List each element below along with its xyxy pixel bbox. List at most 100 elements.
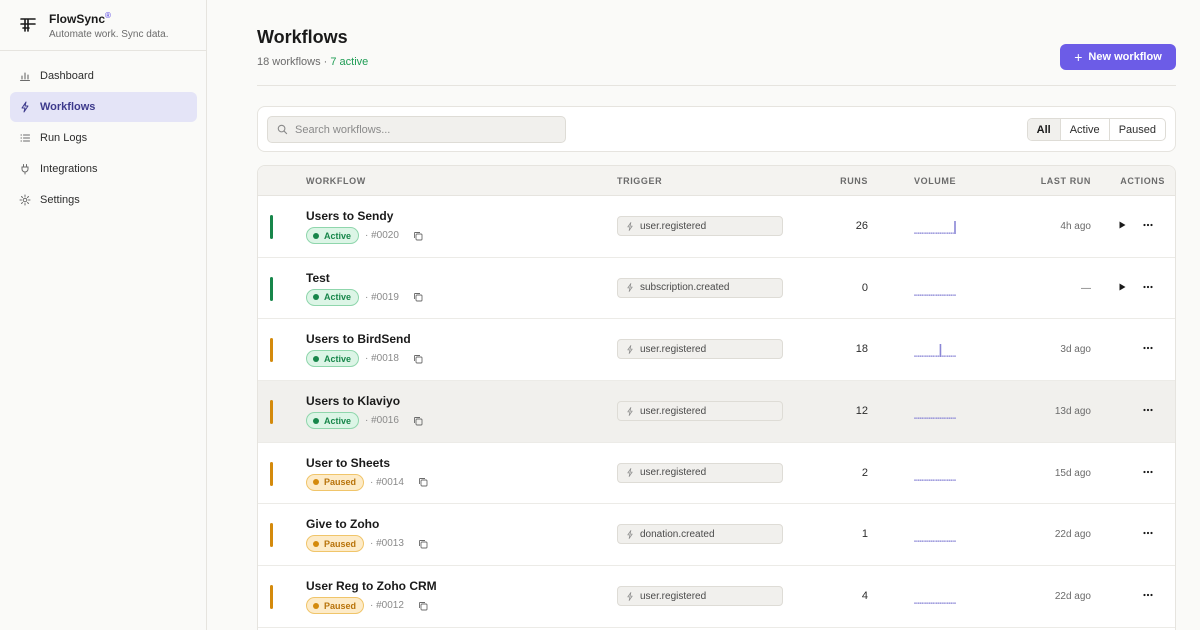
workflow-name[interactable]: User Reg to Zoho CRM [306,579,437,593]
copy-icon[interactable] [418,601,428,611]
table-row[interactable]: User to Sheets Paused · #0014 user.register… [258,443,1175,505]
search-box[interactable] [267,116,566,143]
last-run: 22d ago [1054,529,1091,541]
volume-dot [919,417,922,419]
volume-dot [952,479,954,481]
volume-dot [948,417,951,419]
volume-dot [950,294,953,296]
column-last-run[interactable]: LAST RUN [1041,176,1091,186]
volume-dot [945,294,947,296]
volume-dot [943,232,945,234]
volume-sparkline [914,602,956,604]
table-row[interactable]: Users to Sendy Active · #0020 user.register… [258,196,1175,258]
volume-dot [914,602,916,604]
filter-active[interactable]: Active [1061,119,1110,140]
trigger-event: user.registered [617,339,783,360]
more-actions-button[interactable] [1141,465,1155,479]
volume-dot [928,232,931,234]
sidebar-item-dashboard[interactable]: Dashboard [10,61,197,91]
status-indicator [270,338,273,363]
more-icon [1143,470,1153,473]
new-workflow-button[interactable]: + New workflow [1060,44,1176,70]
bolt-icon [627,344,633,354]
workflow-name[interactable]: Users to Klaviyo [306,394,400,408]
volume-dot [923,479,925,481]
copy-icon[interactable] [413,416,423,426]
workflow-name[interactable]: Give to Zoho [306,517,379,531]
sidebar-item-run-logs[interactable]: Run Logs [10,123,197,153]
volume-dot [941,417,943,419]
volume-dot [919,479,922,481]
table-row[interactable]: User Reg to Zoho CRM Paused · #0012 user.re… [258,566,1175,628]
sidebar-item-integrations[interactable]: Integrations [10,154,197,184]
volume-dot [925,232,927,234]
sidebar-item-workflows[interactable]: Workflows [10,92,197,122]
column-trigger[interactable]: TRIGGER [617,176,662,186]
play-icon [1119,221,1126,229]
last-run: 13d ago [1054,406,1091,418]
volume-dot [921,355,924,358]
copy-icon[interactable] [413,292,423,302]
volume-dot [945,602,947,604]
volume-dot [919,540,922,543]
volume-dot [916,294,918,296]
volume-dot [946,479,949,481]
volume-dot [923,540,925,543]
table-row[interactable]: Give to Zoho Paused · #0013 donation.create… [258,504,1175,567]
more-actions-button[interactable] [1141,341,1155,355]
copy-icon[interactable] [418,477,428,487]
volume-dot [948,602,951,604]
workflow-name[interactable]: User to Sheets [306,456,390,470]
volume-dot [928,540,931,543]
last-run: 3d ago [1060,344,1091,356]
volume-dot [923,602,925,604]
more-actions-button[interactable] [1141,403,1155,417]
more-actions-button[interactable] [1141,280,1155,294]
volume-dot [954,602,956,604]
more-actions-button[interactable] [1141,588,1155,602]
sidebar-item-settings[interactable]: Settings [10,185,197,215]
column-volume[interactable]: VOLUME [914,176,956,186]
filter-all[interactable]: All [1027,119,1061,140]
last-run: 15d ago [1054,467,1091,479]
volume-dot [923,355,925,358]
filter-paused[interactable]: Paused [1110,119,1165,140]
status-indicator [270,276,273,301]
copy-icon[interactable] [413,231,423,241]
volume-dot [930,355,932,358]
workflow-name[interactable]: Users to Sendy [306,209,393,223]
copy-icon[interactable] [418,539,428,549]
table-row[interactable]: Users to Klaviyo Active · #0016 user.regist… [258,381,1175,443]
workflow-count: 18 workflows [257,56,321,68]
workflow-name[interactable]: Users to BirdSend [306,332,411,346]
run-button[interactable] [1115,280,1129,294]
volume-dot [921,479,924,481]
volume-dot [952,540,954,543]
more-icon [1143,532,1153,535]
volume-dot [921,232,924,234]
volume-dot [950,479,953,481]
run-button[interactable] [1115,218,1129,232]
volume-dot [950,540,953,543]
volume-dot [923,417,925,419]
volume-dot [934,479,936,481]
table-row[interactable]: Test Active · #0019 subscription.created 0 — [258,258,1175,320]
volume-dot [930,294,932,296]
workflow-name[interactable]: Test [306,271,330,285]
volume-dot [946,417,949,419]
column-runs[interactable]: RUNS [840,176,868,186]
volume-dot [927,602,929,604]
search-input[interactable] [295,123,545,136]
volume-dot [932,355,934,358]
more-actions-button[interactable] [1141,218,1155,232]
column-workflow[interactable]: WORKFLOW [306,176,366,186]
volume-dot [948,294,951,296]
copy-icon[interactable] [413,354,423,364]
trigger-event: subscription.created [617,277,783,298]
more-actions-button[interactable] [1141,526,1155,540]
trigger-event: user.registered [617,462,783,483]
status-indicator [270,215,273,239]
volume-dot [945,540,947,543]
volume-dot [932,294,934,296]
table-row[interactable]: Users to BirdSend Active · #0018 user.regis… [258,319,1175,382]
